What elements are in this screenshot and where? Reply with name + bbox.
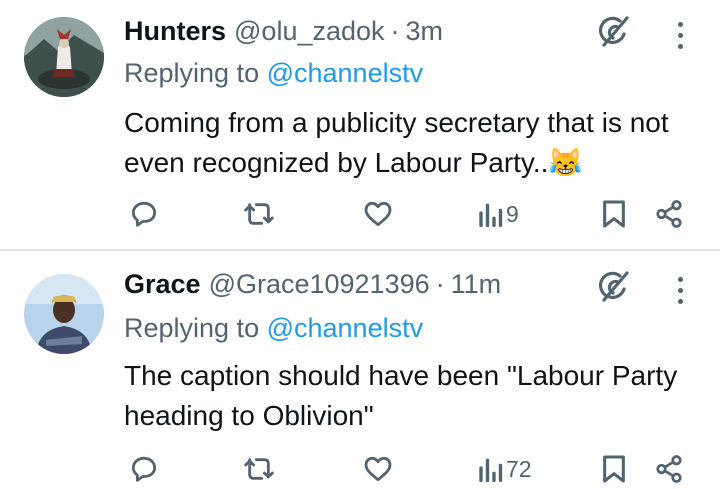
timestamp[interactable]: 3m <box>406 16 444 47</box>
replying-prefix: Replying to <box>124 313 267 343</box>
more-vertical-icon[interactable] <box>670 273 690 307</box>
grok-icon[interactable] <box>596 270 630 304</box>
display-name[interactable]: Hunters <box>124 16 226 47</box>
mention-link[interactable]: @channelstv <box>267 313 424 343</box>
heart-icon <box>364 456 392 482</box>
views-button[interactable]: 72 <box>478 449 532 489</box>
user-handle[interactable]: @Grace10921396 <box>209 269 430 300</box>
reply-icon <box>131 201 157 227</box>
more-vertical-icon[interactable] <box>670 18 690 52</box>
bookmark-button[interactable] <box>600 194 628 234</box>
timestamp[interactable]: 11m <box>451 269 502 300</box>
bookmark-icon <box>603 200 625 228</box>
tweet-hunters[interactable]: Hunters @olu_zadok · 3m Replying to @cha… <box>0 0 720 250</box>
tweet-actions: 9 <box>0 194 720 234</box>
views-button[interactable]: 9 <box>478 194 519 234</box>
tweet-header: Grace @Grace10921396 · 11m <box>124 267 501 301</box>
tweet-header: Hunters @olu_zadok · 3m <box>124 14 443 48</box>
share-button[interactable] <box>654 194 684 234</box>
views-chart-icon <box>479 203 503 227</box>
laughing-cat-emoji: 😹 <box>548 147 584 178</box>
retweet-icon <box>244 458 274 480</box>
tweet-text-content: Coming from a publicity secretary that i… <box>124 107 669 178</box>
bookmark-button[interactable] <box>600 449 628 489</box>
reply-button[interactable] <box>128 449 160 489</box>
mention-link[interactable]: @channelstv <box>267 58 424 88</box>
replying-prefix: Replying to <box>124 58 267 88</box>
avatar[interactable] <box>24 17 104 97</box>
reply-button[interactable] <box>128 194 160 234</box>
views-chart-icon <box>479 458 503 482</box>
share-icon <box>656 200 682 228</box>
tweet-actions: 72 <box>0 449 720 489</box>
avatar[interactable] <box>24 274 104 354</box>
views-count: 9 <box>506 200 519 227</box>
tweet-text-content: The caption should have been "Labour Par… <box>124 360 678 431</box>
grok-icon[interactable] <box>596 15 630 49</box>
replying-to: Replying to @channelstv <box>124 313 423 344</box>
user-handle[interactable]: @olu_zadok <box>234 16 385 47</box>
reply-icon <box>131 456 157 482</box>
share-icon <box>656 455 682 483</box>
tweet-text: The caption should have been "Labour Par… <box>124 356 694 436</box>
retweet-icon <box>244 203 274 225</box>
heart-icon <box>364 201 392 227</box>
like-button[interactable] <box>362 194 394 234</box>
retweet-button[interactable] <box>242 194 276 234</box>
replying-to: Replying to @channelstv <box>124 58 423 89</box>
tweet-text: Coming from a publicity secretary that i… <box>124 103 694 183</box>
tweet-grace[interactable]: Grace @Grace10921396 · 11m Replying to @… <box>0 251 720 485</box>
display-name[interactable]: Grace <box>124 269 201 300</box>
bookmark-icon <box>603 455 625 483</box>
separator-dot: · <box>390 15 400 46</box>
views-count: 72 <box>506 455 532 482</box>
like-button[interactable] <box>362 449 394 489</box>
share-button[interactable] <box>654 449 684 489</box>
retweet-button[interactable] <box>242 449 276 489</box>
separator-dot: · <box>435 268 445 299</box>
